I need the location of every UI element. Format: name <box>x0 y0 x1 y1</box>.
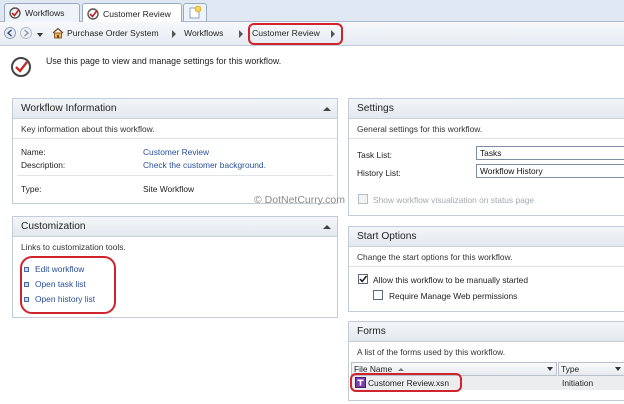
back-button[interactable] <box>4 27 16 39</box>
panel-header: Start Options <box>349 227 624 247</box>
tab-bar: Workflows Customer Review <box>0 0 624 23</box>
panel-description: A list of the forms used by this workflo… <box>357 347 506 357</box>
breadcrumb-item-workflows[interactable]: Workflows <box>184 28 223 38</box>
task-list-label: Task List: <box>357 150 392 160</box>
tab-customer-review[interactable]: Customer Review <box>82 3 182 23</box>
tab-label: Customer Review <box>103 8 171 19</box>
checkmark-icon <box>359 275 368 283</box>
page-header: Use this page to view and manage setting… <box>10 56 610 82</box>
require-manage-web-checkbox[interactable] <box>373 290 383 300</box>
panel-header: Forms <box>349 322 624 342</box>
panel-description: General settings for this workflow. <box>349 119 624 139</box>
forward-arrow-icon <box>20 27 32 39</box>
forward-button[interactable] <box>20 27 32 39</box>
panel-title: Settings <box>357 103 394 114</box>
highlight-outline <box>350 373 462 392</box>
collapse-icon[interactable] <box>323 107 331 111</box>
name-value[interactable]: Customer Review <box>143 147 209 157</box>
watermark: © DotNetCurry.com <box>254 194 345 206</box>
panel-title: Customization <box>21 221 86 232</box>
column-header-type[interactable]: Type <box>558 362 624 376</box>
new-tab-button[interactable] <box>183 3 207 21</box>
history-list-label: History List: <box>357 168 401 178</box>
settings-panel: Settings General settings for this workf… <box>348 98 624 216</box>
breadcrumb-item-purchase-order-system[interactable]: Purchase Order System <box>67 28 159 38</box>
form-type: Initiation <box>562 378 594 388</box>
home-icon <box>52 27 64 39</box>
back-arrow-icon <box>4 27 16 39</box>
breadcrumb-separator-icon <box>172 30 176 38</box>
panel-title: Forms <box>357 326 386 337</box>
sort-ascending-icon <box>398 368 404 371</box>
panel-header: Settings <box>349 99 624 119</box>
workflow-information-panel: Workflow Information Key information abo… <box>12 98 338 204</box>
show-visualization-label: Show workflow visualization on status pa… <box>373 195 535 205</box>
divider <box>17 175 333 176</box>
panel-title: Start Options <box>357 231 417 242</box>
task-list-field[interactable]: Tasks <box>476 146 624 160</box>
panel-description: Change the start options for this workfl… <box>349 247 624 267</box>
filter-dropdown-icon[interactable] <box>547 367 553 371</box>
description-value[interactable]: Check the customer background. <box>143 160 266 170</box>
tab-label: Workflows <box>25 8 65 18</box>
collapse-icon[interactable] <box>323 225 331 229</box>
history-list-field[interactable]: Workflow History <box>476 164 624 178</box>
show-visualization-checkbox[interactable] <box>358 194 368 204</box>
panel-description: Links to customization tools. <box>21 242 126 252</box>
description-label: Description: <box>21 160 66 170</box>
workflow-icon <box>87 7 99 20</box>
name-label: Name: <box>21 147 46 157</box>
tab-workflows[interactable]: Workflows <box>4 3 80 22</box>
manual-start-label: Allow this workflow to be manually start… <box>373 275 529 285</box>
panel-description: Key information about this workflow. <box>13 119 337 139</box>
start-options-panel: Start Options Change the start options f… <box>348 226 624 312</box>
column-header-label: Type <box>561 364 580 374</box>
new-tab-icon <box>189 5 202 19</box>
workflow-settings-icon <box>10 56 32 78</box>
filter-dropdown-icon[interactable] <box>615 367 621 371</box>
panel-header[interactable]: Workflow Information <box>13 99 337 119</box>
type-label: Type: <box>21 184 42 194</box>
panel-header[interactable]: Customization <box>13 217 337 237</box>
recent-dropdown-icon[interactable] <box>37 33 43 37</box>
panel-title: Workflow Information <box>21 103 117 114</box>
require-manage-web-label: Require Manage Web permissions <box>389 291 518 301</box>
breadcrumb-separator-icon <box>239 30 243 38</box>
highlight-outline <box>248 23 343 45</box>
type-value: Site Workflow <box>143 184 195 194</box>
manual-start-checkbox[interactable] <box>358 274 368 284</box>
workflow-icon <box>9 7 21 19</box>
page-description: Use this page to view and manage setting… <box>46 56 282 66</box>
highlight-outline <box>20 256 116 314</box>
